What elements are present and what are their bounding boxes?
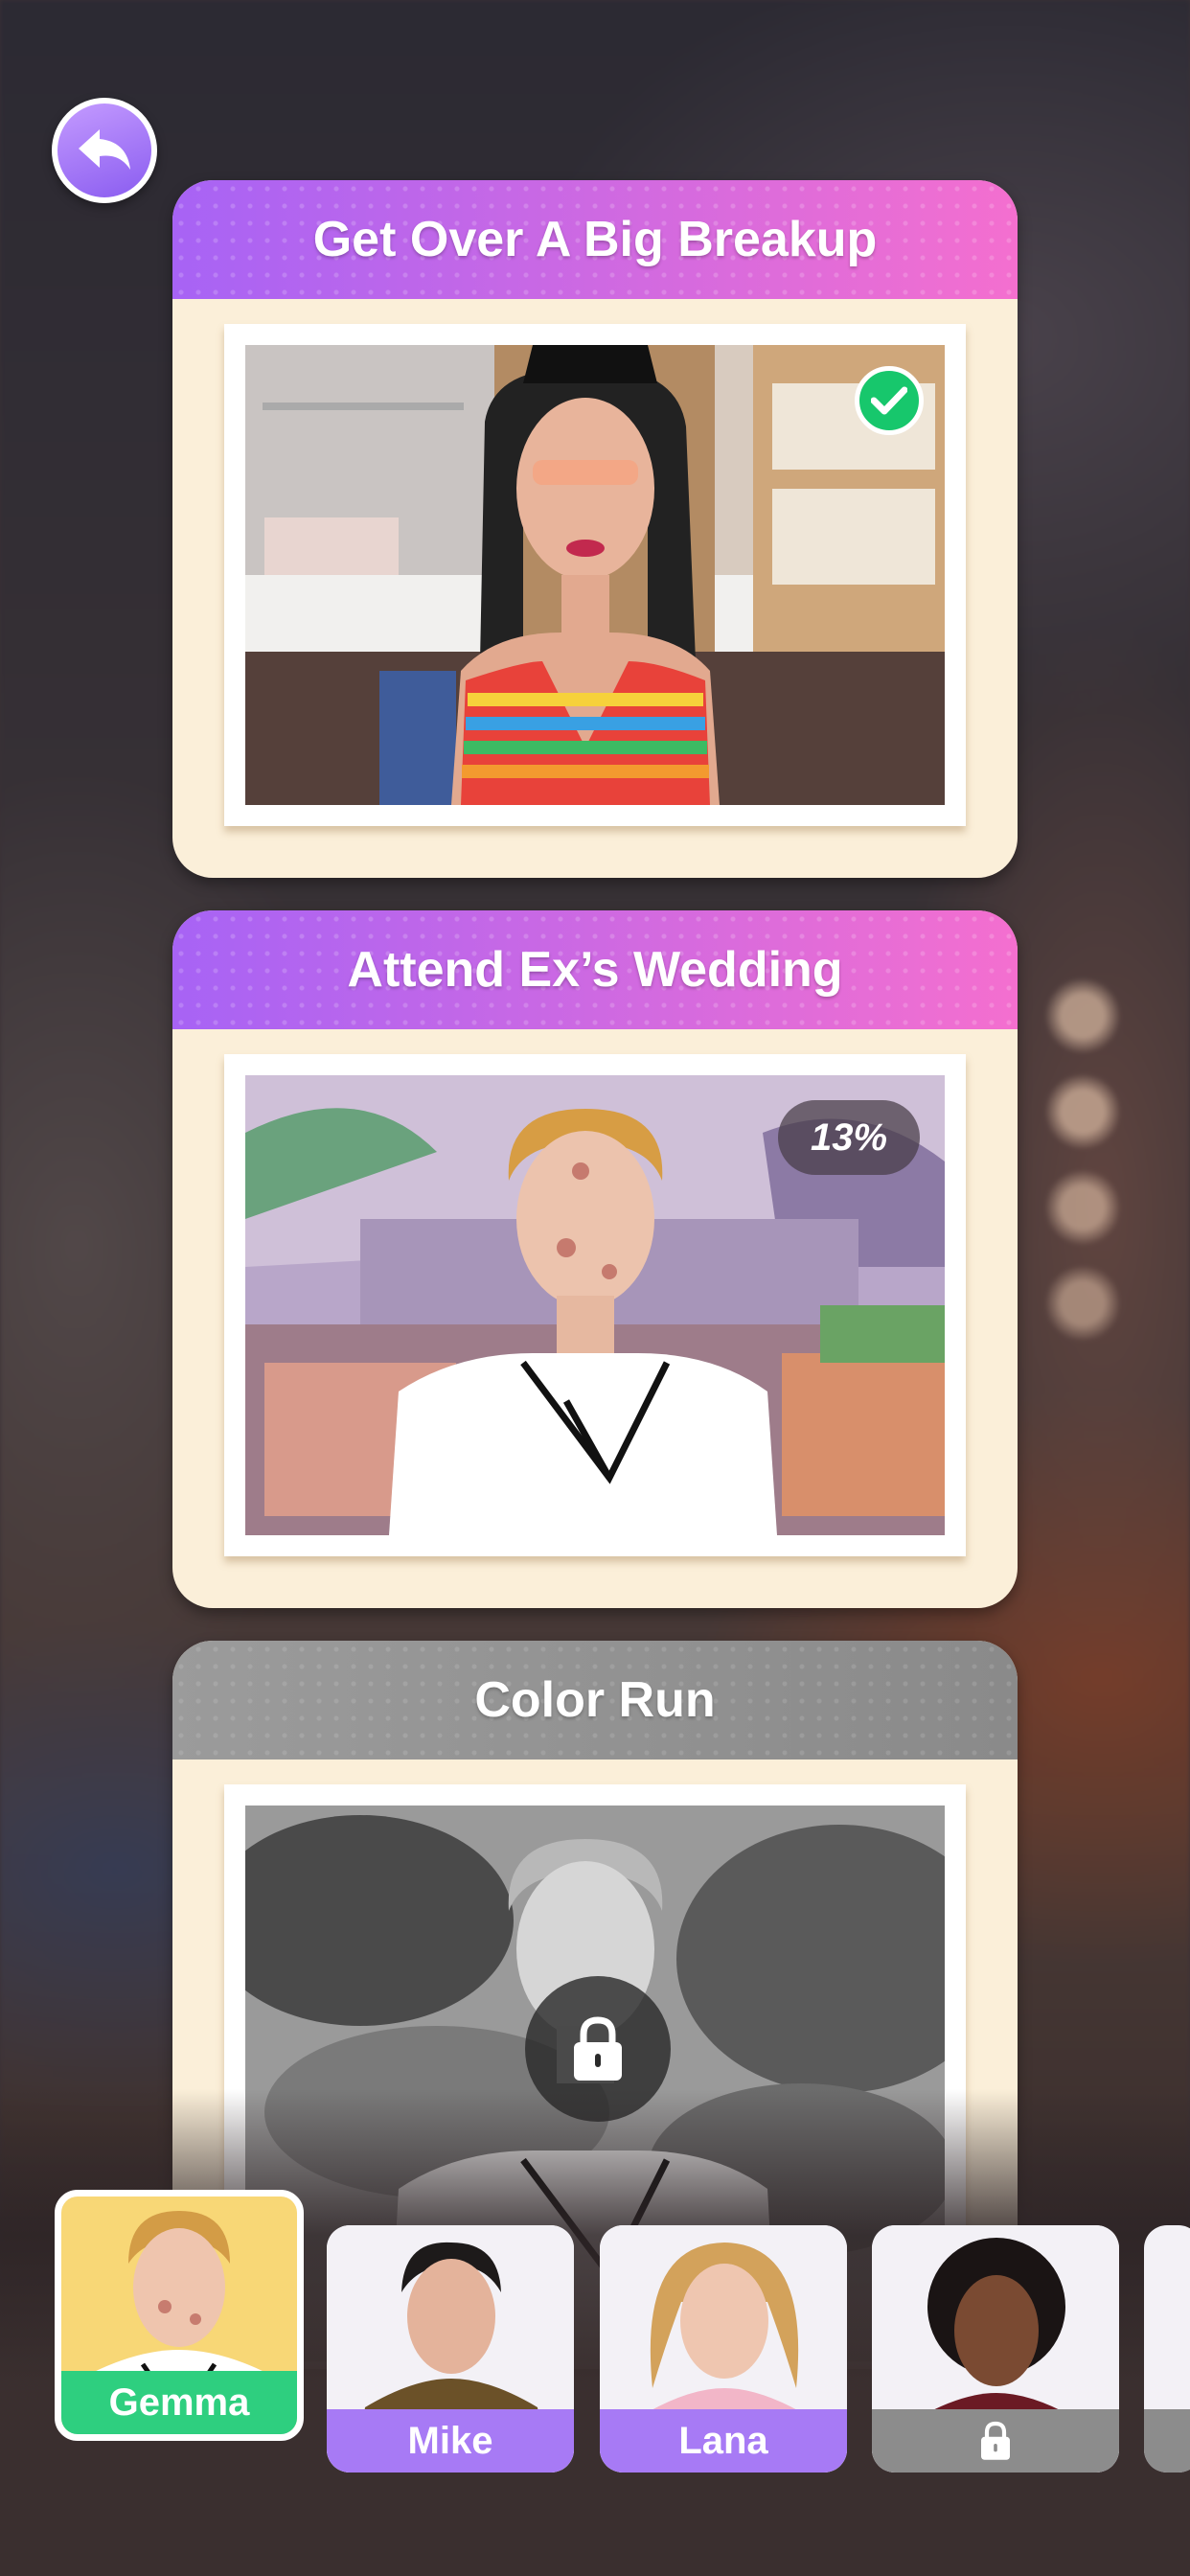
- character-card-lana[interactable]: Lana: [600, 2225, 847, 2472]
- checkmark-icon: [871, 386, 907, 415]
- level-image-frame: 13%: [224, 1054, 966, 1556]
- level-card-wedding[interactable]: Attend Ex’s Wedding 13%: [172, 910, 1018, 1608]
- character-name: Mike: [327, 2409, 574, 2472]
- level-card-breakup[interactable]: Get Over A Big Breakup: [172, 180, 1018, 878]
- level-title: Color Run: [172, 1641, 1018, 1760]
- level-title: Get Over A Big Breakup: [172, 180, 1018, 299]
- back-button[interactable]: [52, 98, 157, 203]
- character-card-gemma[interactable]: Gemma: [55, 2190, 304, 2441]
- character-card-partial[interactable]: [1144, 2225, 1190, 2472]
- partial-card-label: [1144, 2409, 1190, 2472]
- character-card-mike[interactable]: Mike: [327, 2225, 574, 2472]
- level-image-wedding: 13%: [245, 1075, 945, 1535]
- back-arrow-icon: [79, 129, 130, 170]
- character-card-locked[interactable]: [872, 2225, 1119, 2472]
- level-image-breakup: [245, 345, 945, 805]
- lock-icon: [981, 2421, 1010, 2460]
- character-selector: Gemma Mike Lana: [0, 2185, 1190, 2472]
- character-name: Lana: [600, 2409, 847, 2472]
- completed-badge: [855, 366, 924, 435]
- lock-icon: [574, 2016, 622, 2081]
- level-title: Attend Ex’s Wedding: [172, 910, 1018, 1029]
- locked-character-label: [872, 2409, 1119, 2472]
- progress-badge: 13%: [778, 1100, 920, 1175]
- level-image-frame: [224, 324, 966, 826]
- character-name: Gemma: [61, 2371, 297, 2434]
